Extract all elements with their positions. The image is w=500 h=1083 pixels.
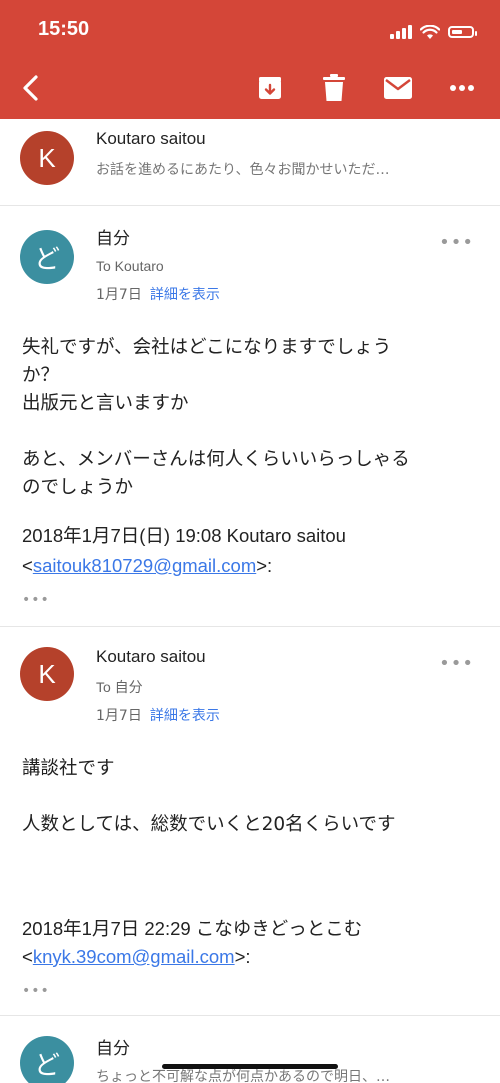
status-time: 15:50 — [38, 18, 90, 40]
avatar: ど — [20, 230, 74, 284]
mark-unread-button[interactable] — [382, 72, 414, 104]
back-button[interactable] — [18, 72, 48, 104]
avatar-letter: ど — [33, 243, 60, 274]
wifi-icon — [420, 24, 440, 39]
message-collapsed[interactable]: ど 自分 ちょっと不可解な点が何点かあるので明日、… — [0, 1016, 500, 1083]
message-more-button[interactable]: ••• — [439, 653, 474, 674]
more-icon — [450, 85, 474, 91]
archive-button[interactable] — [254, 72, 286, 104]
quote-open: < — [22, 555, 33, 576]
sender-name: Koutaro saitou — [96, 129, 206, 148]
recipient-line: To Koutaro — [96, 258, 164, 274]
show-trimmed-content-button[interactable]: ••• — [22, 983, 50, 999]
archive-icon — [259, 77, 281, 99]
sender-name: Koutaro saitou — [96, 647, 206, 666]
recipient-line: To 自分 — [96, 679, 143, 695]
sender-name: 自分 — [96, 1039, 130, 1058]
message-expanded: ど 自分 ••• To Koutaro 1月7日 詳細を表示 失礼ですが、会社はど… — [0, 206, 500, 626]
message-snippet: お話を進めるにあたり、色々お聞かせいただ… — [96, 162, 390, 178]
avatar-letter: K — [38, 142, 56, 173]
avatar: K — [20, 131, 74, 185]
sender-name: 自分 — [96, 229, 130, 248]
app-bar: 15:50 — [0, 0, 500, 119]
email-link[interactable]: saitouk810729@gmail.com — [33, 555, 256, 576]
more-options-button[interactable] — [446, 72, 478, 104]
message-more-button[interactable]: ••• — [439, 232, 474, 253]
quote-header: 2018年1月7日 22:29 こなゆきどっとこむ — [22, 918, 363, 939]
quote-header: 2018年1月7日(日) 19:08 Koutaro saitou — [22, 525, 346, 546]
show-details-link[interactable]: 詳細を表示 — [150, 287, 220, 303]
avatar: K — [20, 647, 74, 701]
quote-open: < — [22, 946, 33, 967]
delete-button[interactable] — [318, 72, 350, 104]
message-collapsed[interactable]: K Koutaro saitou お話を進めるにあたり、色々お聞かせいただ… — [0, 119, 500, 205]
trash-icon — [323, 74, 345, 101]
message-body: 失礼ですが、会社はどこになりますでしょう か？ 出版元と言いますか あと、メンバ… — [22, 337, 410, 498]
avatar-letter: K — [38, 658, 56, 689]
quote-address: <knyk.39com@gmail.com>: — [22, 943, 251, 971]
message-date-row: 1月7日 詳細を表示 — [96, 705, 220, 725]
mail-icon — [384, 77, 412, 99]
message-expanded: K Koutaro saitou ••• To 自分 1月7日 詳細を表示 講談社… — [0, 627, 500, 1015]
message-date: 1月7日 — [96, 287, 142, 303]
avatar-letter: ど — [33, 1049, 60, 1080]
quote-close: >: — [234, 946, 251, 967]
battery-icon — [448, 26, 477, 38]
message-date-row: 1月7日 詳細を表示 — [96, 284, 220, 304]
message-body: 講談社です 人数としては、総数でいくと20名くらいです — [22, 758, 396, 835]
quote-address: <saitouk810729@gmail.com>: — [22, 552, 272, 580]
email-link[interactable]: knyk.39com@gmail.com — [33, 946, 235, 967]
chevron-left-icon — [23, 75, 38, 101]
quote-close: >: — [256, 555, 273, 576]
show-details-link[interactable]: 詳細を表示 — [150, 708, 220, 724]
show-trimmed-content-button[interactable]: ••• — [22, 592, 50, 608]
avatar: ど — [20, 1036, 74, 1083]
home-indicator[interactable] — [162, 1064, 338, 1069]
cellular-signal-icon — [390, 25, 412, 39]
status-icons — [390, 22, 477, 42]
message-date: 1月7日 — [96, 708, 142, 724]
